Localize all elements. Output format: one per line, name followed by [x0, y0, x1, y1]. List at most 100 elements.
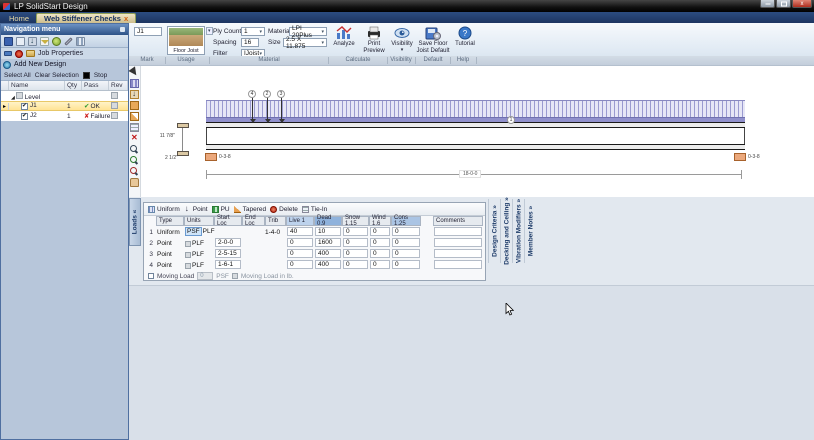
- j2-checkbox[interactable]: [21, 113, 28, 120]
- point-load-arrow[interactable]: [281, 97, 282, 119]
- tutorial-button[interactable]: ? Tutorial: [451, 26, 479, 57]
- units-cell[interactable]: PLF: [185, 261, 204, 270]
- beam-drawing-area[interactable]: 4 2 3 1 0-3-8 0-3-8 11 7/8" 2 1/2" 18-0-…: [129, 66, 814, 197]
- col-comments[interactable]: Comments: [433, 216, 483, 226]
- uniform-load-region[interactable]: [206, 100, 745, 117]
- moving-load-input[interactable]: 0: [197, 272, 213, 280]
- rev-checkbox[interactable]: [111, 102, 118, 109]
- units-toggle[interactable]: PSFPLF: [185, 227, 215, 236]
- col-live[interactable]: Live 1: [286, 216, 314, 226]
- delete-icon[interactable]: [130, 134, 139, 143]
- zoom-in-icon[interactable]: [130, 145, 137, 152]
- rev-checkbox[interactable]: [111, 112, 118, 119]
- globe-icon[interactable]: [52, 37, 61, 46]
- tab-home[interactable]: Home: [2, 13, 36, 23]
- stop-icon[interactable]: [15, 50, 23, 58]
- tie-in-button[interactable]: Tie-In: [302, 206, 327, 213]
- comments-input[interactable]: [434, 238, 482, 247]
- zoom-window-icon[interactable]: [130, 167, 137, 174]
- tree-row-j2[interactable]: J2 1 Failure: [1, 111, 128, 121]
- mark-input[interactable]: J1: [134, 27, 162, 36]
- plf-checkbox[interactable]: [185, 252, 191, 258]
- email-icon[interactable]: [40, 37, 49, 46]
- uniform-load-icon[interactable]: [130, 79, 139, 88]
- minimize-button[interactable]: [760, 0, 775, 8]
- snow-input[interactable]: 0: [343, 238, 368, 247]
- col-units[interactable]: Units: [184, 216, 214, 226]
- uniform-load-button[interactable]: Uniform: [148, 206, 180, 213]
- export-icon[interactable]: [16, 37, 25, 46]
- cons-input[interactable]: 0: [392, 249, 420, 258]
- col-trib[interactable]: Trib: [265, 216, 286, 226]
- maximize-button[interactable]: [776, 0, 791, 8]
- tab-web-stiffener-checks[interactable]: Web Stiffener Checks x: [36, 13, 136, 23]
- live-input[interactable]: 0: [287, 249, 313, 258]
- cons-input[interactable]: 0: [392, 260, 420, 269]
- tab-close-icon[interactable]: x: [124, 14, 128, 23]
- live-input[interactable]: 40: [287, 227, 313, 236]
- wrench-icon[interactable]: [64, 37, 72, 45]
- size-select[interactable]: 2.5 X 11.875▾: [283, 38, 327, 47]
- comments-input[interactable]: [434, 260, 482, 269]
- start-loc-input[interactable]: 1-6-1: [215, 260, 241, 269]
- dead-input[interactable]: 400: [315, 260, 341, 269]
- visibility-button[interactable]: Visibility ▾: [388, 26, 416, 57]
- level-checkbox[interactable]: [16, 92, 23, 99]
- wind-input[interactable]: 0: [370, 227, 390, 236]
- dead-input[interactable]: 10: [315, 227, 341, 236]
- tree-row-j1[interactable]: ▸ J1 1 OK: [1, 101, 128, 111]
- units-cell[interactable]: PLF: [185, 239, 204, 248]
- pu-load-icon[interactable]: [130, 101, 139, 110]
- dead-input[interactable]: 1600: [315, 238, 341, 247]
- expander-icon[interactable]: ◢: [11, 95, 15, 101]
- moving-load-lb-checkbox[interactable]: [232, 273, 238, 279]
- ply-count-select[interactable]: 1▾: [241, 27, 265, 36]
- wind-input[interactable]: 0: [370, 238, 390, 247]
- point-load-arrow[interactable]: [252, 97, 253, 119]
- point-load-tag[interactable]: 4: [248, 90, 256, 98]
- spacing-input[interactable]: 16: [241, 38, 259, 47]
- tab-design-criteria[interactable]: Design Criteria »: [488, 199, 500, 263]
- live-input[interactable]: 0: [287, 260, 313, 269]
- tab-decking-and-ceiling[interactable]: Decking and Ceiling »: [500, 199, 512, 263]
- snow-input[interactable]: 0: [343, 249, 368, 258]
- job-properties-link[interactable]: Job Properties: [38, 50, 83, 57]
- col-cons[interactable]: Cons 1.25: [391, 216, 421, 226]
- col-dead[interactable]: Dead 0.9: [314, 216, 342, 226]
- rev-checkbox[interactable]: [111, 92, 118, 99]
- col-type[interactable]: Type: [156, 216, 184, 226]
- pu-load-button[interactable]: PU: [212, 206, 230, 213]
- save-floor-joist-default-button[interactable]: Save Floor Joist Default: [416, 26, 450, 57]
- uniform-load-tag[interactable]: 1: [507, 116, 515, 124]
- point-load-icon[interactable]: [130, 90, 139, 99]
- dead-input[interactable]: 400: [315, 249, 341, 258]
- col-wind[interactable]: Wind 1.6: [369, 216, 391, 226]
- zoom-out-icon[interactable]: [130, 156, 137, 163]
- point-load-tag[interactable]: 3: [277, 90, 285, 98]
- columns-icon[interactable]: [76, 37, 85, 46]
- save-icon[interactable]: [4, 37, 13, 46]
- right-support[interactable]: [734, 153, 746, 161]
- stop-color-swatch[interactable]: [83, 72, 90, 79]
- print-preview-button[interactable]: Print Preview: [360, 26, 388, 57]
- pointer-icon[interactable]: [130, 68, 139, 77]
- plf-checkbox[interactable]: [185, 241, 191, 247]
- link-icon[interactable]: [4, 51, 12, 56]
- snow-input[interactable]: 0: [343, 227, 368, 236]
- add-new-design-row[interactable]: Add New Design: [1, 59, 128, 70]
- comments-input[interactable]: [434, 227, 482, 236]
- col-snow[interactable]: Snow 1.15: [342, 216, 369, 226]
- live-input[interactable]: 0: [287, 238, 313, 247]
- tab-member-notes[interactable]: Member Notes »: [524, 199, 536, 263]
- j1-checkbox[interactable]: [21, 103, 28, 110]
- point-load-tag[interactable]: 2: [263, 90, 271, 98]
- tab-vibration-modifiers[interactable]: Vibration Modifiers »: [512, 199, 524, 263]
- select-all-link[interactable]: Select All: [4, 72, 31, 79]
- comments-input[interactable]: [434, 249, 482, 258]
- units-cell[interactable]: PLF: [185, 250, 204, 259]
- tapered-load-button[interactable]: Tapered: [234, 206, 267, 213]
- clear-selection-link[interactable]: Clear Selection: [35, 72, 79, 79]
- tapered-load-icon[interactable]: [130, 112, 139, 121]
- pan-icon[interactable]: [130, 178, 139, 187]
- delete-load-button[interactable]: Delete: [270, 206, 298, 213]
